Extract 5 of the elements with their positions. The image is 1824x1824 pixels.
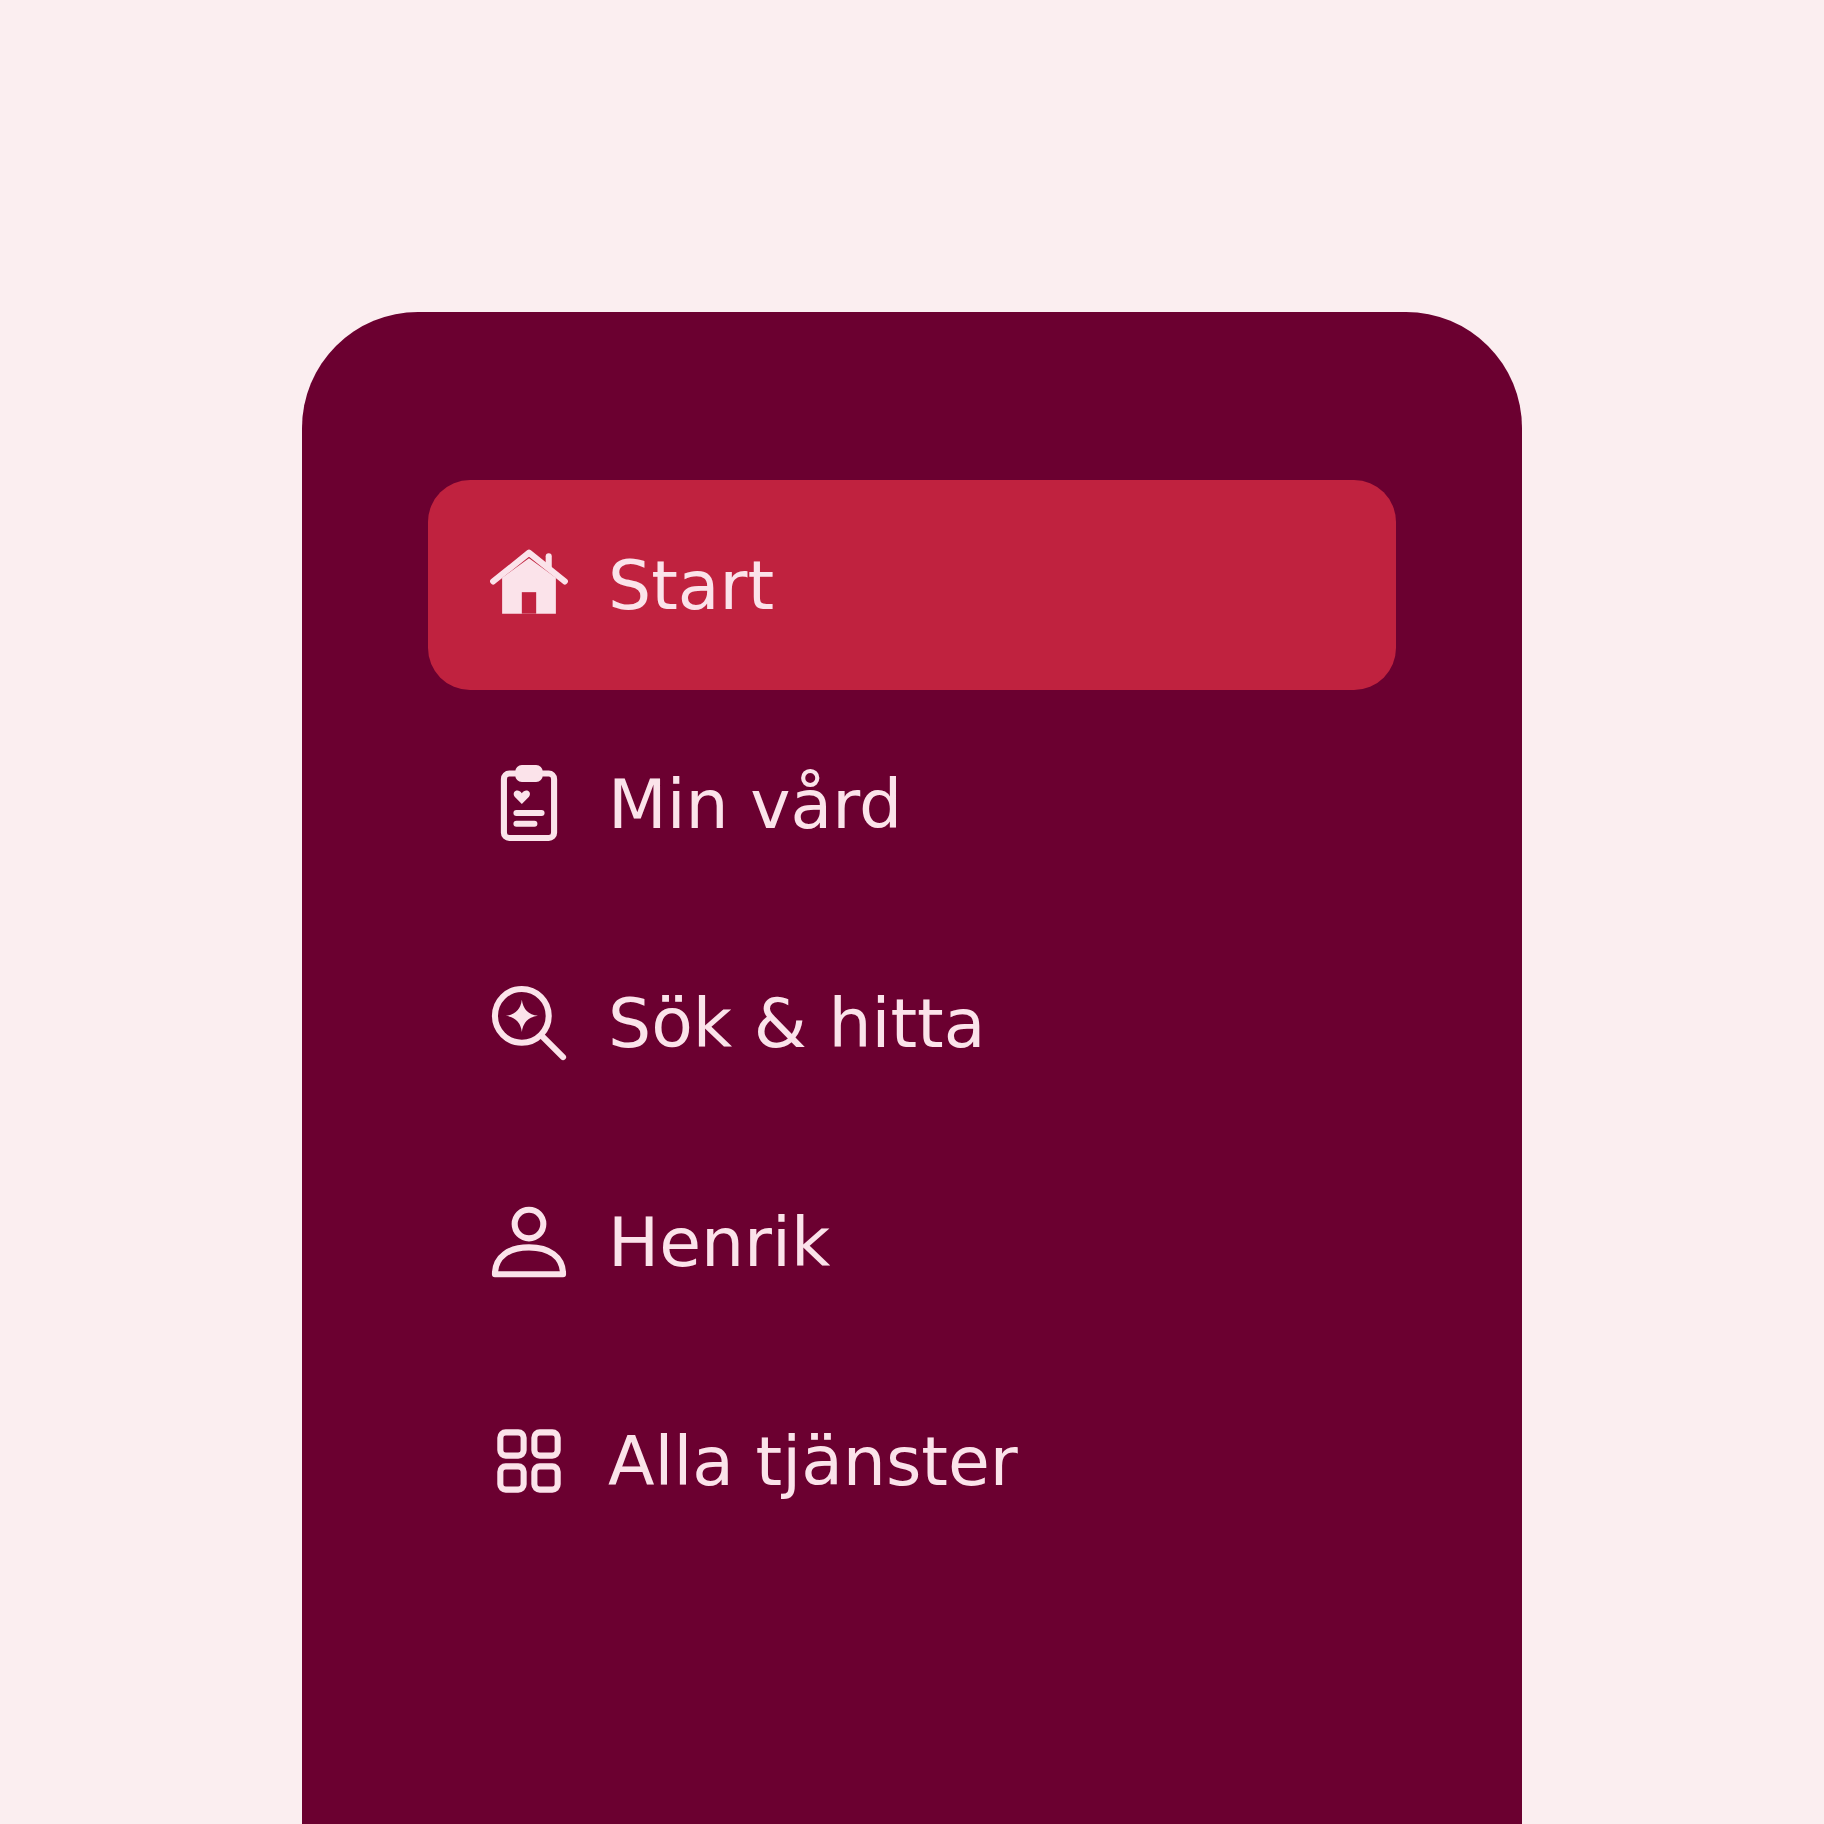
- nav-item[interactable]: Min vård: [428, 699, 1396, 909]
- nav-item[interactable]: Sök & hitta: [428, 918, 1396, 1128]
- nav-item[interactable]: Alla tjänster: [428, 1356, 1396, 1566]
- nav-item[interactable]: Henrik: [428, 1137, 1396, 1347]
- nav-item[interactable]: Start: [428, 480, 1396, 690]
